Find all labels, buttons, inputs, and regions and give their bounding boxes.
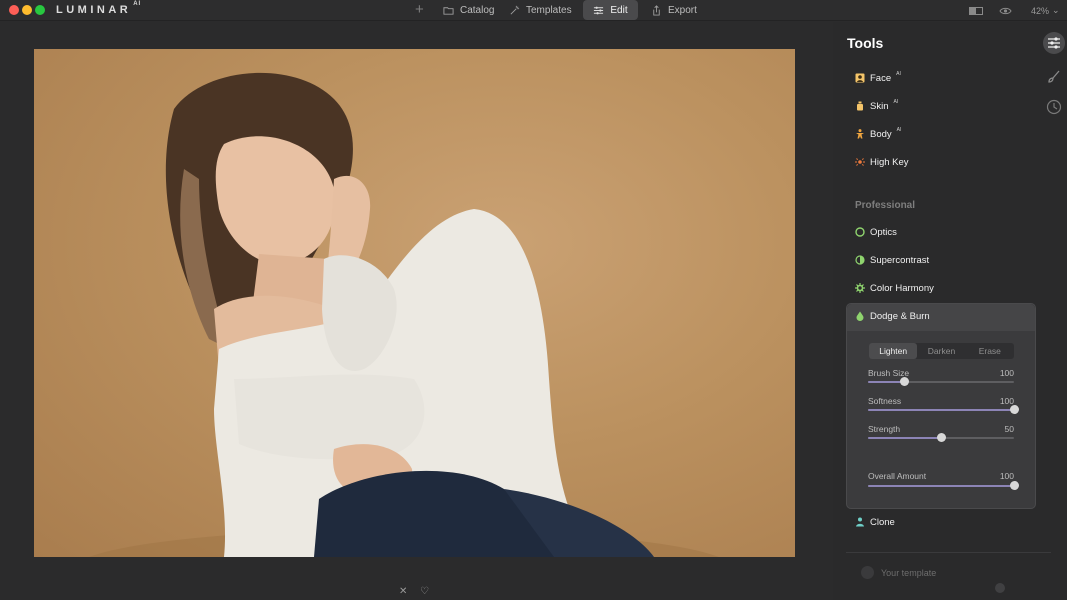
softness-slider-fill bbox=[868, 409, 1014, 411]
strength-value: 50 bbox=[1004, 424, 1014, 434]
tool-optics-label: Optics bbox=[870, 226, 897, 238]
history-tab-button[interactable] bbox=[1043, 96, 1065, 118]
photo-canvas[interactable] bbox=[34, 49, 795, 557]
brush-mode-selector: Lighten Darken Erase bbox=[869, 343, 1014, 359]
title-bar: LUMINAR AI + Catalog Templates Edit Expor… bbox=[0, 0, 1067, 21]
brush-icon bbox=[1048, 70, 1060, 83]
zoom-dropdown[interactable]: 42% ⌄ bbox=[1031, 0, 1060, 21]
softness-label: Softness bbox=[868, 396, 902, 406]
maximize-window-button[interactable] bbox=[35, 5, 45, 15]
tab-edit-label: Edit bbox=[610, 4, 628, 16]
tool-skin[interactable]: Skin AI bbox=[855, 99, 898, 113]
tool-clone-label: Clone bbox=[870, 516, 895, 528]
color-harmony-gear-icon bbox=[855, 283, 865, 293]
eye-icon bbox=[999, 7, 1012, 14]
sliders-icon bbox=[594, 6, 604, 14]
clock-icon bbox=[1046, 99, 1062, 115]
optics-lens-icon bbox=[855, 227, 865, 237]
softness-value: 100 bbox=[999, 396, 1014, 406]
add-photos-button[interactable]: + bbox=[415, 1, 424, 18]
sliders-icon bbox=[1048, 37, 1060, 49]
panel-title: Tools bbox=[847, 35, 884, 51]
strength-label: Strength bbox=[868, 424, 901, 434]
brush-size-slider[interactable] bbox=[868, 377, 1014, 386]
contrast-icon bbox=[855, 255, 865, 265]
face-portrait-icon bbox=[855, 73, 865, 83]
tool-supercontrast-label: Supercontrast bbox=[870, 254, 930, 266]
share-icon bbox=[653, 5, 660, 16]
template-option-dot[interactable] bbox=[995, 583, 1005, 593]
brush-size-slider-thumb[interactable] bbox=[900, 377, 909, 386]
folder-icon bbox=[443, 7, 454, 15]
tools-tab-button[interactable] bbox=[1043, 32, 1065, 54]
softness-slider[interactable] bbox=[868, 405, 1019, 414]
tab-export-label: Export bbox=[668, 5, 697, 16]
reject-button[interactable]: ✕ bbox=[399, 586, 407, 597]
tool-color-harmony[interactable]: Color Harmony bbox=[855, 281, 934, 295]
ai-badge: AI bbox=[896, 71, 901, 77]
compare-toggle[interactable] bbox=[969, 0, 983, 21]
tool-dodge-burn[interactable]: Dodge & Burn bbox=[855, 309, 930, 323]
skin-bottle-icon bbox=[855, 101, 865, 111]
tab-templates-label: Templates bbox=[526, 5, 572, 16]
preview-toggle[interactable] bbox=[999, 0, 1012, 21]
tab-edit[interactable]: Edit bbox=[583, 0, 638, 20]
close-window-button[interactable] bbox=[9, 5, 19, 15]
magic-wand-icon bbox=[510, 5, 520, 15]
softness-slider-thumb[interactable] bbox=[1009, 405, 1019, 414]
tool-body[interactable]: Body AI bbox=[855, 127, 901, 141]
strength-slider-thumb[interactable] bbox=[936, 433, 946, 442]
strength-slider-fill bbox=[868, 437, 941, 439]
tool-high-key-label: High Key bbox=[870, 156, 909, 168]
close-icon: ✕ bbox=[399, 586, 408, 597]
compare-icon bbox=[969, 6, 983, 15]
overall-amount-label: Overall Amount bbox=[868, 471, 927, 481]
app-logo: LUMINAR AI bbox=[56, 1, 142, 16]
tool-body-label: Body bbox=[870, 128, 892, 140]
tab-catalog[interactable]: Catalog bbox=[443, 0, 494, 21]
tool-supercontrast[interactable]: Supercontrast bbox=[855, 253, 929, 267]
tool-optics[interactable]: Optics bbox=[855, 225, 897, 239]
panel-divider bbox=[846, 552, 1051, 553]
section-professional: Professional bbox=[855, 200, 916, 211]
tab-export[interactable]: Export bbox=[651, 0, 697, 21]
portrait-photo bbox=[89, 72, 719, 557]
clone-stamp-icon bbox=[855, 517, 865, 527]
tool-clone[interactable]: Clone bbox=[855, 515, 895, 529]
zoom-level: 42% bbox=[1031, 5, 1050, 16]
tool-skin-label: Skin bbox=[870, 100, 889, 112]
overall-amount-slider-fill bbox=[868, 485, 1014, 487]
overall-amount-value: 100 bbox=[999, 471, 1014, 481]
overall-amount-slider-thumb[interactable] bbox=[1009, 481, 1019, 490]
mode-erase-button[interactable]: Erase bbox=[966, 343, 1014, 359]
ai-badge: AI bbox=[896, 127, 902, 133]
mode-darken-button[interactable]: Darken bbox=[917, 343, 965, 359]
body-figure-icon bbox=[855, 129, 865, 139]
brush-size-value: 100 bbox=[999, 368, 1014, 378]
ai-badge: AI bbox=[893, 99, 899, 105]
minimize-window-button[interactable] bbox=[22, 5, 32, 15]
drop-icon bbox=[855, 311, 865, 321]
favorite-button[interactable]: ♡ bbox=[420, 586, 429, 597]
tab-catalog-label: Catalog bbox=[460, 5, 495, 16]
overall-amount-slider[interactable] bbox=[868, 481, 1019, 490]
tab-templates[interactable]: Templates bbox=[509, 0, 572, 21]
high-key-sun-icon bbox=[855, 157, 865, 167]
tool-face[interactable]: Face AI bbox=[855, 71, 901, 85]
mode-lighten-button[interactable]: Lighten bbox=[869, 343, 918, 359]
tool-dodge-burn-label: Dodge & Burn bbox=[870, 310, 930, 322]
template-label: Your template bbox=[881, 568, 937, 578]
tool-color-harmony-label: Color Harmony bbox=[870, 282, 934, 294]
tool-high-key[interactable]: High Key bbox=[855, 155, 909, 169]
strength-slider[interactable] bbox=[868, 433, 1014, 442]
tool-face-label: Face bbox=[870, 72, 892, 84]
heart-icon: ♡ bbox=[420, 586, 429, 597]
presets-tab-button[interactable] bbox=[1043, 66, 1065, 88]
save-template-radio[interactable] bbox=[861, 566, 874, 579]
chevron-down-icon: ⌄ bbox=[1052, 5, 1060, 15]
